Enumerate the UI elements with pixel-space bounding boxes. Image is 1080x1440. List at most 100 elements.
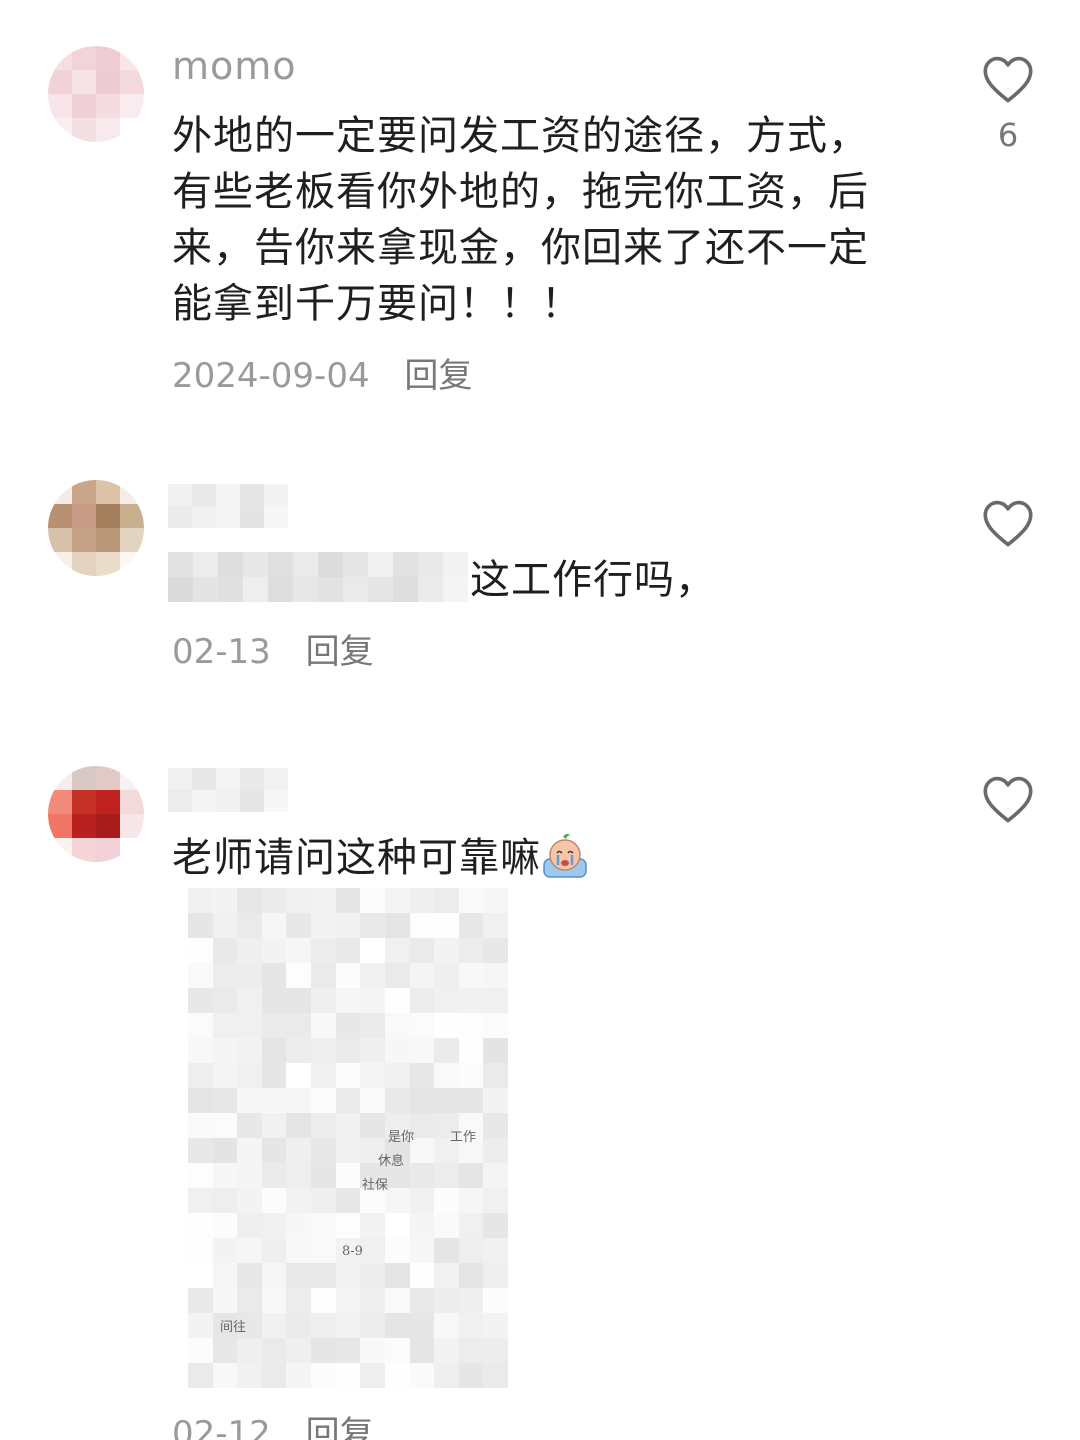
avatar[interactable] [48,480,144,576]
image-mosaic-cell [483,1263,508,1288]
username-blurred[interactable] [168,768,288,812]
image-mosaic-cell [335,1138,361,1163]
comment-date: 2024-09-04 [172,356,370,396]
image-mosaic-cell [286,1188,312,1213]
image-mosaic-cell [311,938,336,963]
image-mosaic-cell [483,1088,508,1113]
image-mosaic-cell [335,888,361,913]
image-mosaic-cell [261,1238,287,1263]
image-mosaic-cell [311,1038,336,1063]
image-mosaic-cell [311,1338,336,1363]
image-mosaic-cell [483,1288,508,1313]
image-mosaic-cell [286,1088,312,1113]
image-mosaic-cell [434,1038,459,1063]
image-mosaic-cell [360,1088,385,1113]
image-mosaic-cell [360,1238,385,1263]
image-mosaic-cell [409,913,435,938]
heart-outline-icon[interactable] [980,498,1036,548]
image-mosaic-cell [360,1013,385,1038]
image-mosaic-cell [360,938,385,963]
image-mosaic-cell [483,1338,508,1363]
image-mosaic-cell [212,988,238,1013]
avatar[interactable] [48,766,144,862]
image-mosaic-cell [261,1138,287,1163]
image-mosaic-cell [237,1363,262,1388]
image-mosaic-cell [188,1288,213,1313]
image-mosaic-cell [360,1113,385,1138]
image-mosaic-cell [311,1113,336,1138]
image-mosaic-cell [188,1338,213,1363]
image-mosaic-cell [409,1213,435,1238]
image-mosaic-cell [188,1363,213,1388]
image-mosaic-cell [384,1363,410,1388]
image-mosaic-cell [335,988,361,1013]
image-mosaic-cell [434,913,459,938]
image-mosaic-cell [458,1088,484,1113]
image-mosaic-cell [458,1013,484,1038]
image-mosaic-cell [384,988,410,1013]
comment-text: 老师请问这种可靠嘛 [172,830,892,886]
like-button[interactable] [980,498,1036,560]
reply-button[interactable]: 回复 [404,356,472,396]
like-button[interactable] [980,774,1036,836]
image-mosaic-cell [237,988,262,1013]
image-mosaic-cell [458,1038,484,1063]
image-mosaic-cell [188,1088,213,1113]
image-mosaic-cell [483,963,508,988]
image-mosaic-cell [286,1288,312,1313]
image-mosaic-cell [212,1238,238,1263]
image-mosaic-cell [237,1238,262,1263]
comment-meta: 02-13 回复 [172,624,374,673]
image-mosaic-cell [483,1163,508,1188]
image-text-fragment: 社保 [362,1178,389,1193]
image-mosaic-cell [360,1038,385,1063]
username[interactable]: momo [172,44,297,88]
like-button[interactable]: 6 [980,54,1036,154]
heart-outline-icon[interactable] [980,54,1036,104]
image-mosaic-cell [212,1188,238,1213]
image-mosaic-cell [458,988,484,1013]
image-mosaic-cell [212,913,238,938]
image-text-fragment: 间往 [220,1320,247,1335]
image-mosaic-cell [483,1188,508,1213]
image-mosaic-cell [212,1063,238,1088]
image-mosaic-cell [458,888,484,913]
image-mosaic-cell [384,1313,410,1338]
image-mosaic-cell [311,1363,336,1388]
image-mosaic-cell [360,888,385,913]
heart-outline-icon[interactable] [980,774,1036,824]
image-mosaic-cell [335,1363,361,1388]
image-mosaic-cell [360,1338,385,1363]
image-mosaic-cell [335,1038,361,1063]
like-count: 6 [997,116,1019,154]
image-mosaic-cell [286,1163,312,1188]
reply-button[interactable]: 回复 [306,632,374,672]
image-mosaic-cell [311,888,336,913]
reply-button[interactable]: 回复 [306,1414,374,1440]
image-mosaic-cell [483,1363,508,1388]
image-mosaic-cell [286,888,312,913]
image-mosaic-cell [188,938,213,963]
image-mosaic-cell [286,963,312,988]
avatar[interactable] [48,46,144,142]
image-mosaic-cell [335,1088,361,1113]
comment-text-visible: 这工作行吗， [470,557,716,603]
image-mosaic-cell [311,1063,336,1088]
image-mosaic-cell [311,1013,336,1038]
comment-text: 外地的一定要问发工资的途径，方式，有些老板看你外地的，拖完你工资，后来，告你来拿… [172,113,869,327]
image-mosaic-cell [188,1113,213,1138]
image-mosaic-cell [286,1038,312,1063]
image-mosaic-cell [434,1288,459,1313]
image-mosaic-cell [261,1163,287,1188]
image-mosaic-cell [458,913,484,938]
image-mosaic-cell [212,1263,238,1288]
image-mosaic-cell [483,1313,508,1338]
image-mosaic-cell [261,1313,287,1338]
image-mosaic-cell [261,963,287,988]
username-blurred[interactable] [168,484,288,528]
image-mosaic-cell [434,1188,459,1213]
image-mosaic-cell [409,963,435,988]
image-mosaic-cell [311,1188,336,1213]
image-mosaic-cell [384,1038,410,1063]
image-text-fragment: 8-9 [342,1244,363,1259]
